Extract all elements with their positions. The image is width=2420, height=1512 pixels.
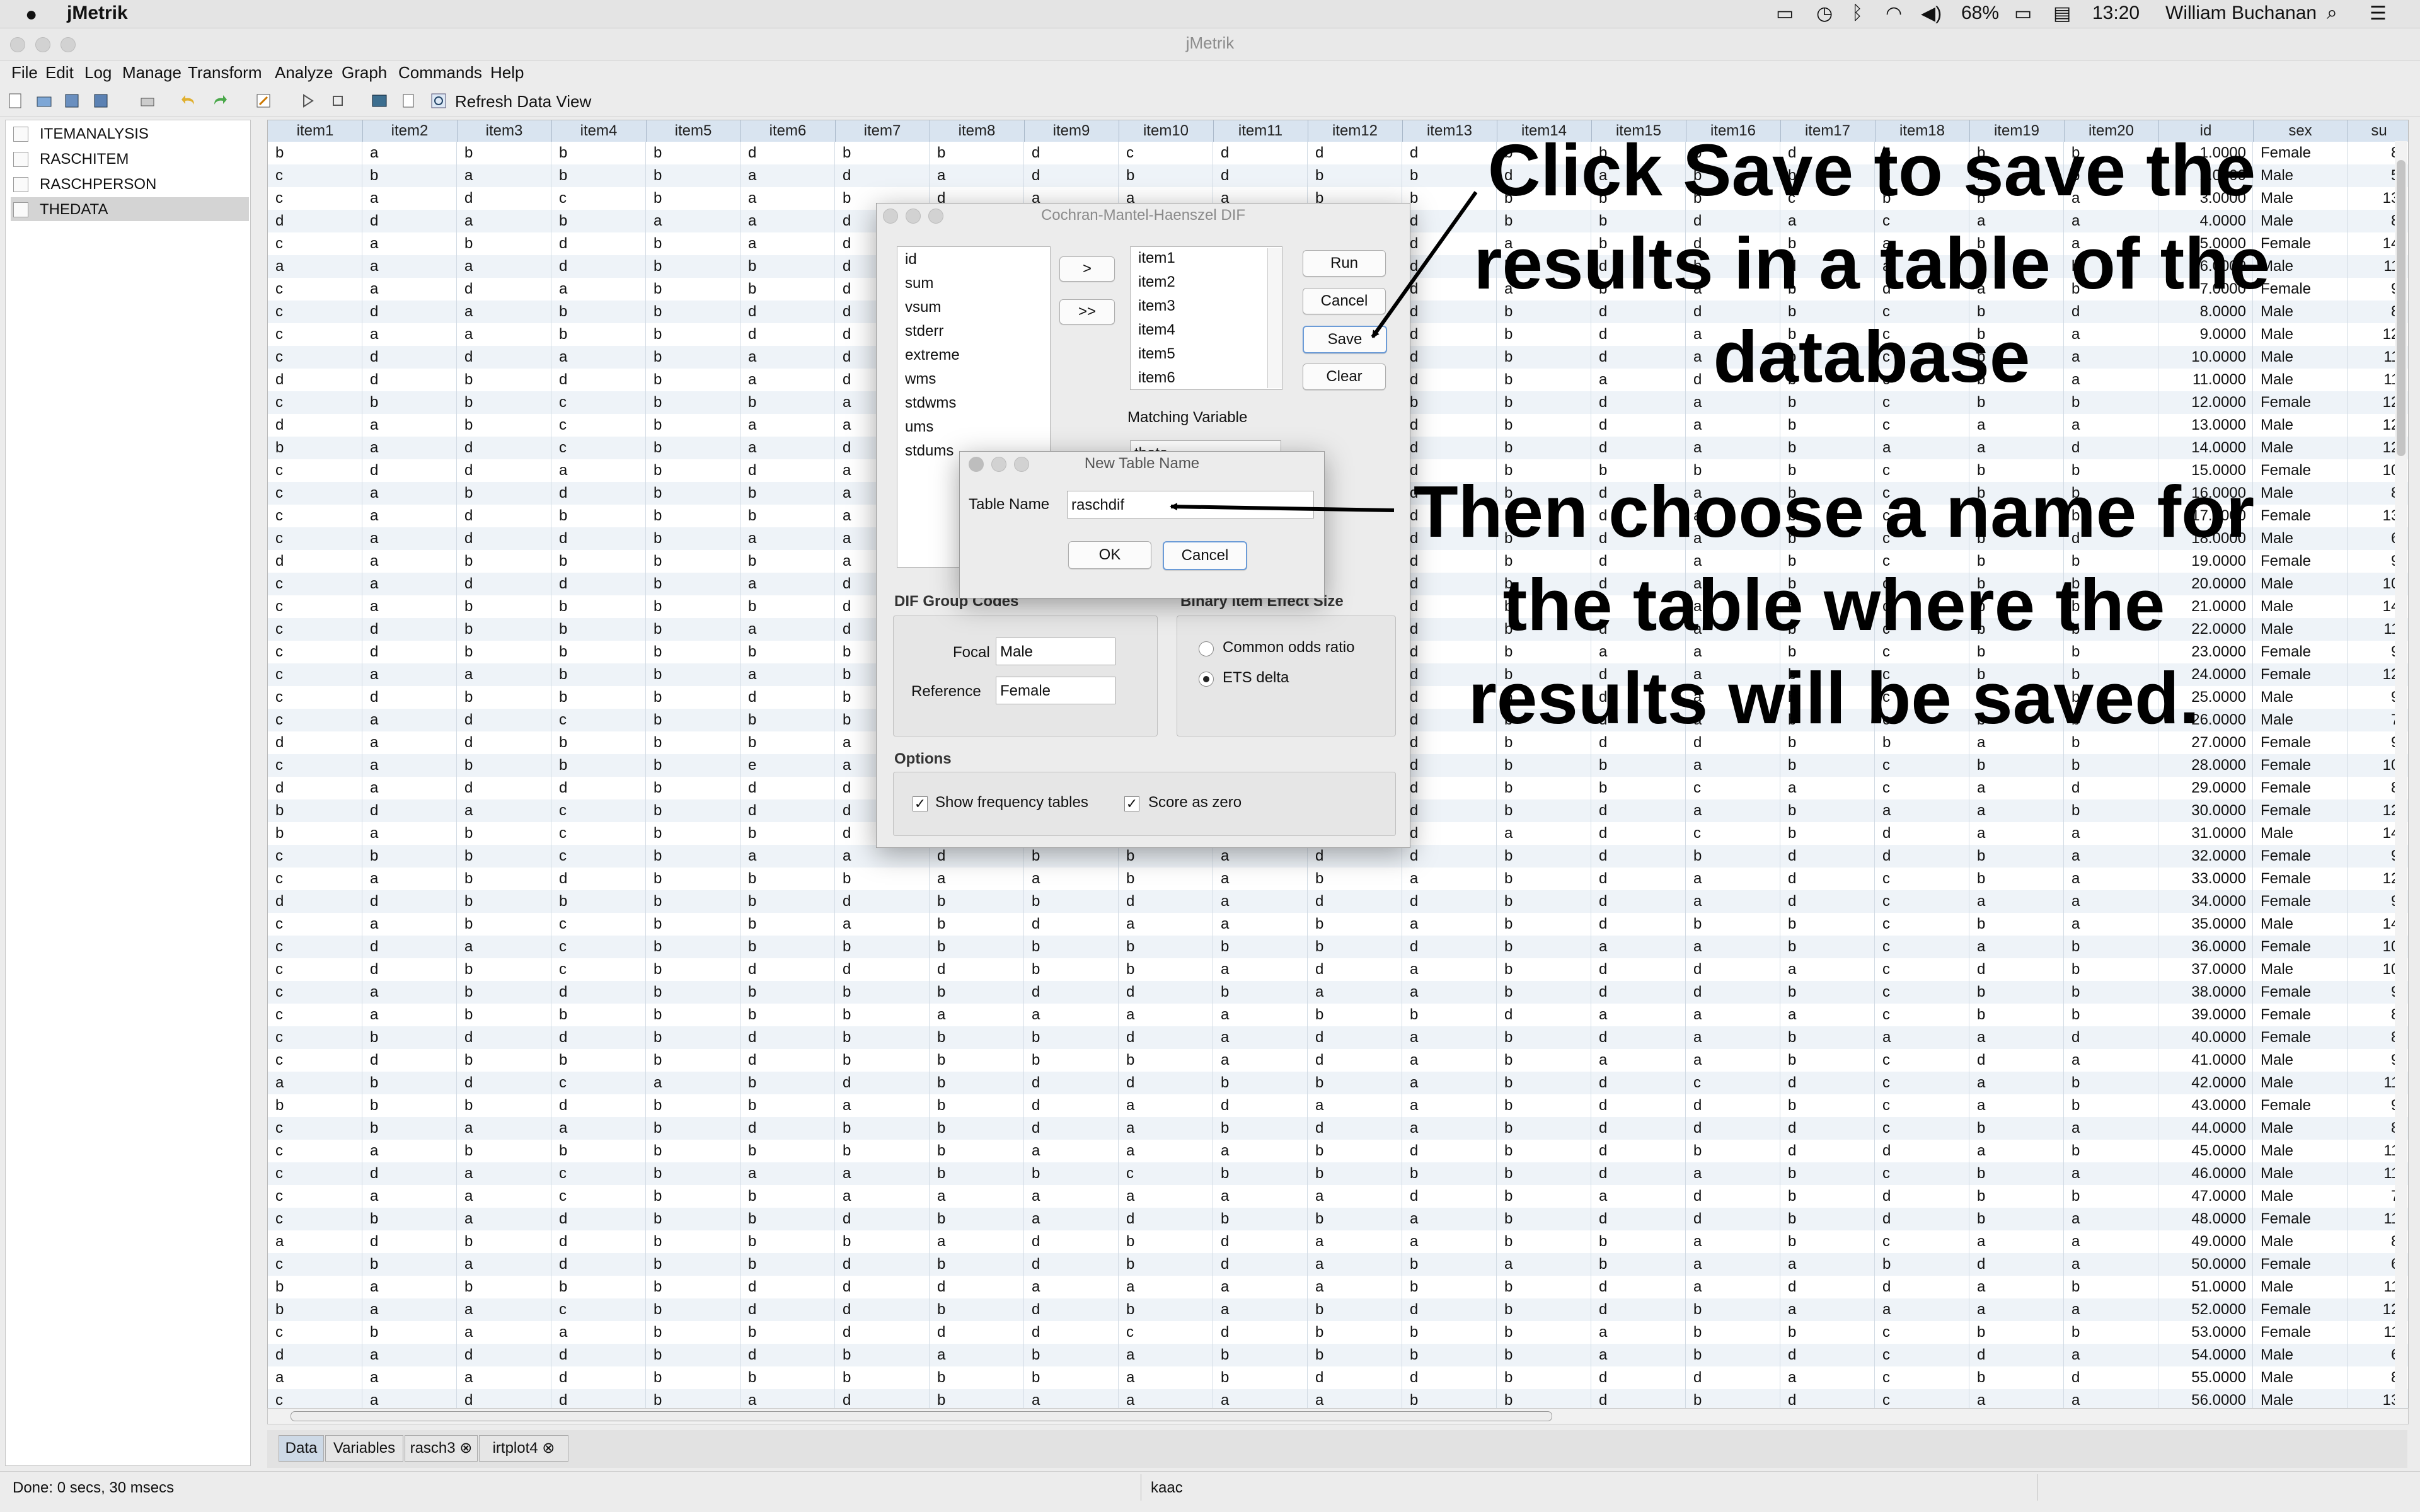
save-annotation: Click Save to save the results in a tabl…: [1473, 129, 2270, 398]
name-annotation: Then choose a name for the table where t…: [1413, 471, 2255, 739]
name-arrow: [1170, 503, 1395, 512]
